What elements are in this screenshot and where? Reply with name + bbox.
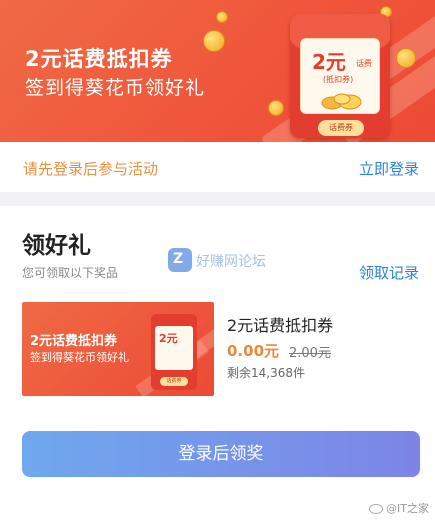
mini-envelope-value: 2元 bbox=[159, 332, 178, 345]
reward-price: 0.00元 bbox=[227, 342, 280, 360]
thumb-title: 2元话费抵扣券 bbox=[30, 334, 118, 349]
envelope-tag: 话费券 bbox=[318, 120, 364, 136]
claim-records-link[interactable]: 领取记录 bbox=[359, 262, 419, 283]
reward-stock: 剩余14,368件 bbox=[227, 366, 305, 380]
source-watermark: @IT之家 bbox=[369, 500, 429, 516]
login-to-claim-button[interactable]: 登录后领奖 bbox=[22, 431, 420, 477]
weibo-icon bbox=[369, 504, 384, 514]
section-subtitle: 您可领取以下奖品 bbox=[22, 266, 119, 280]
coin-icon bbox=[268, 100, 284, 116]
rewards-section: 领好礼 您可领取以下奖品 Z 好赚网论坛 领取记录 2元话费抵扣券 签到得葵花币… bbox=[0, 206, 435, 522]
coins-icon bbox=[321, 93, 362, 110]
envelope-value: 2元 bbox=[312, 50, 346, 74]
login-now-link[interactable]: 立即登录 bbox=[359, 158, 419, 179]
coin-icon bbox=[396, 48, 416, 68]
coin-icon bbox=[203, 30, 225, 52]
mini-envelope-tag: 话费券 bbox=[160, 377, 188, 386]
source-watermark-text: @IT之家 bbox=[386, 502, 429, 515]
reward-thumbnail[interactable]: 2元话费抵扣券 签到得葵花币领好礼 2元 话费券 bbox=[22, 302, 214, 396]
banner-subtitle: 签到得葵花币领好礼 bbox=[25, 77, 206, 99]
forum-logo-icon: Z bbox=[168, 248, 192, 272]
envelope-note: (抵扣券) bbox=[323, 75, 354, 84]
login-notice-text: 请先登录后参与活动 bbox=[23, 160, 159, 178]
reward-name[interactable]: 2元话费抵扣券 bbox=[227, 312, 333, 336]
promo-banner[interactable]: 2元话费抵扣券 签到得葵花币领好礼 2元 话费 (抵扣券) 话费券 bbox=[0, 0, 435, 142]
envelope-unit: 话费 bbox=[356, 59, 372, 68]
banner-title: 2元话费抵扣券 bbox=[25, 47, 173, 71]
reward-original-price: 2.00元 bbox=[289, 346, 331, 361]
thumb-subtitle: 签到得葵花币领好礼 bbox=[30, 351, 129, 364]
login-notice-bar: 请先登录后参与活动 立即登录 bbox=[0, 142, 435, 192]
coin-icon bbox=[216, 11, 228, 23]
mini-envelope-illustration: 2元 话费券 bbox=[151, 314, 197, 390]
red-envelope-illustration: 2元 话费 (抵扣券) 话费券 bbox=[290, 14, 390, 138]
forum-watermark: 好赚网论坛 bbox=[196, 254, 266, 270]
section-title: 领好礼 bbox=[22, 233, 91, 259]
